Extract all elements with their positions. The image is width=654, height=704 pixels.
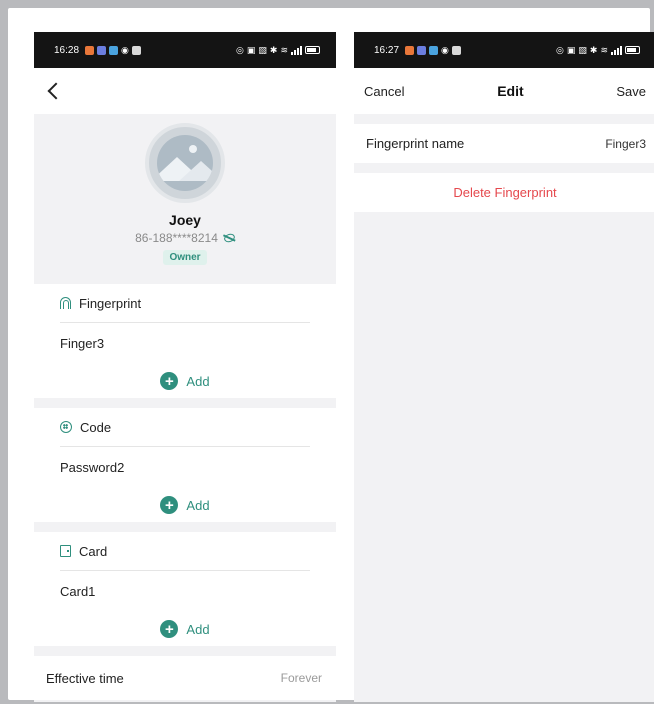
effective-time-label: Effective time xyxy=(46,670,124,686)
signal-icon xyxy=(291,45,302,55)
wifi-icon: ≋ xyxy=(600,44,608,55)
signal-icon xyxy=(611,45,622,55)
fingerprint-section: Fingerprint Finger3 + Add xyxy=(34,284,336,398)
code-item[interactable]: Password2 xyxy=(60,447,310,488)
effective-time-value: Forever xyxy=(280,671,322,685)
avatar[interactable] xyxy=(145,123,225,203)
battery-icon xyxy=(625,46,640,54)
keypad-icon xyxy=(60,421,72,433)
notification-app-icon xyxy=(405,45,415,55)
section-title: Card xyxy=(79,543,108,559)
plus-circle-icon: + xyxy=(160,496,179,514)
status-time: 16:27 xyxy=(374,44,400,56)
vibrate-icon: ▧ xyxy=(578,44,587,55)
notification-app-icon xyxy=(451,45,461,55)
section-header: Code xyxy=(60,408,310,447)
eye-comfort-icon: ◎ xyxy=(236,44,244,55)
user-name: Joey xyxy=(169,212,201,228)
battery-icon xyxy=(305,46,320,54)
phone-number: 86-188****8214 xyxy=(135,231,218,245)
fingerprint-name-row[interactable]: Fingerprint name Finger3 xyxy=(354,124,654,163)
notification-app-icon xyxy=(109,45,119,55)
section-header: Fingerprint xyxy=(60,284,310,323)
member-profile: Joey 86-188****8214 Owner xyxy=(34,114,336,284)
fingerprint-icon xyxy=(60,297,71,309)
screenshot-canvas: 16:28 ◉ ◎ ▣ ▧ ✱ ≋ Joey 86-188****8214 Ow… xyxy=(8,8,654,702)
card-section: Card Card1 + Add xyxy=(34,532,336,646)
effective-time-row[interactable]: Effective time Forever xyxy=(34,656,336,700)
save-button[interactable]: Save xyxy=(616,84,646,99)
edit-header: Cancel Edit Save xyxy=(354,68,654,114)
card-item[interactable]: Card1 xyxy=(60,571,310,612)
location-icon: ◉ xyxy=(121,44,129,55)
add-label: Add xyxy=(186,621,210,637)
add-label: Add xyxy=(186,497,210,513)
notification-app-icon xyxy=(417,45,427,55)
section-header: Card xyxy=(60,532,310,571)
notification-app-icon xyxy=(97,45,107,55)
page-title: Edit xyxy=(497,83,524,99)
fingerprint-name-label: Fingerprint name xyxy=(366,136,465,151)
hide-eye-icon[interactable] xyxy=(222,232,236,244)
bluetooth-icon: ✱ xyxy=(269,44,278,55)
role-badge: Owner xyxy=(163,250,207,265)
plus-circle-icon: + xyxy=(160,372,179,390)
bluetooth-icon: ✱ xyxy=(589,44,598,55)
status-bar: 16:27 ◉ ◎ ▣ ▧ ✱ ≋ xyxy=(354,32,654,68)
fingerprint-name-value[interactable]: Finger3 xyxy=(605,137,646,151)
add-fingerprint-button[interactable]: + Add xyxy=(60,364,310,398)
avatar-placeholder-image xyxy=(157,135,213,191)
notification-app-icon xyxy=(131,45,141,55)
phone-number-row: 86-188****8214 xyxy=(135,231,236,245)
vibrate-icon: ▧ xyxy=(258,44,267,55)
eye-comfort-icon: ◎ xyxy=(556,44,564,55)
nav-bar xyxy=(34,68,336,114)
edit-fingerprint-screen: 16:27 ◉ ◎ ▣ ▧ ✱ ≋ Cancel Edit Save Finge… xyxy=(354,32,654,702)
section-title: Fingerprint xyxy=(79,295,142,311)
member-detail-screen: 16:28 ◉ ◎ ▣ ▧ ✱ ≋ Joey 86-188****8214 Ow… xyxy=(34,32,336,702)
notification-app-icon xyxy=(85,45,95,55)
nfc-icon: ▣ xyxy=(566,44,576,55)
wifi-icon: ≋ xyxy=(280,44,288,55)
nfc-icon: ▣ xyxy=(246,44,256,55)
notification-app-icon xyxy=(429,45,439,55)
plus-circle-icon: + xyxy=(160,620,179,638)
card-icon xyxy=(60,545,71,557)
cancel-button[interactable]: Cancel xyxy=(364,84,404,99)
fingerprint-item[interactable]: Finger3 xyxy=(60,323,310,364)
status-bar: 16:28 ◉ ◎ ▣ ▧ ✱ ≋ xyxy=(34,32,336,68)
add-card-button[interactable]: + Add xyxy=(60,612,310,646)
location-icon: ◉ xyxy=(441,44,449,55)
section-title: Code xyxy=(80,419,112,435)
add-label: Add xyxy=(186,373,210,389)
add-code-button[interactable]: + Add xyxy=(60,488,310,522)
status-time: 16:28 xyxy=(54,44,80,56)
code-section: Code Password2 + Add xyxy=(34,408,336,522)
back-arrow-icon[interactable] xyxy=(47,82,65,100)
delete-fingerprint-button[interactable]: Delete Fingerprint xyxy=(354,173,654,212)
